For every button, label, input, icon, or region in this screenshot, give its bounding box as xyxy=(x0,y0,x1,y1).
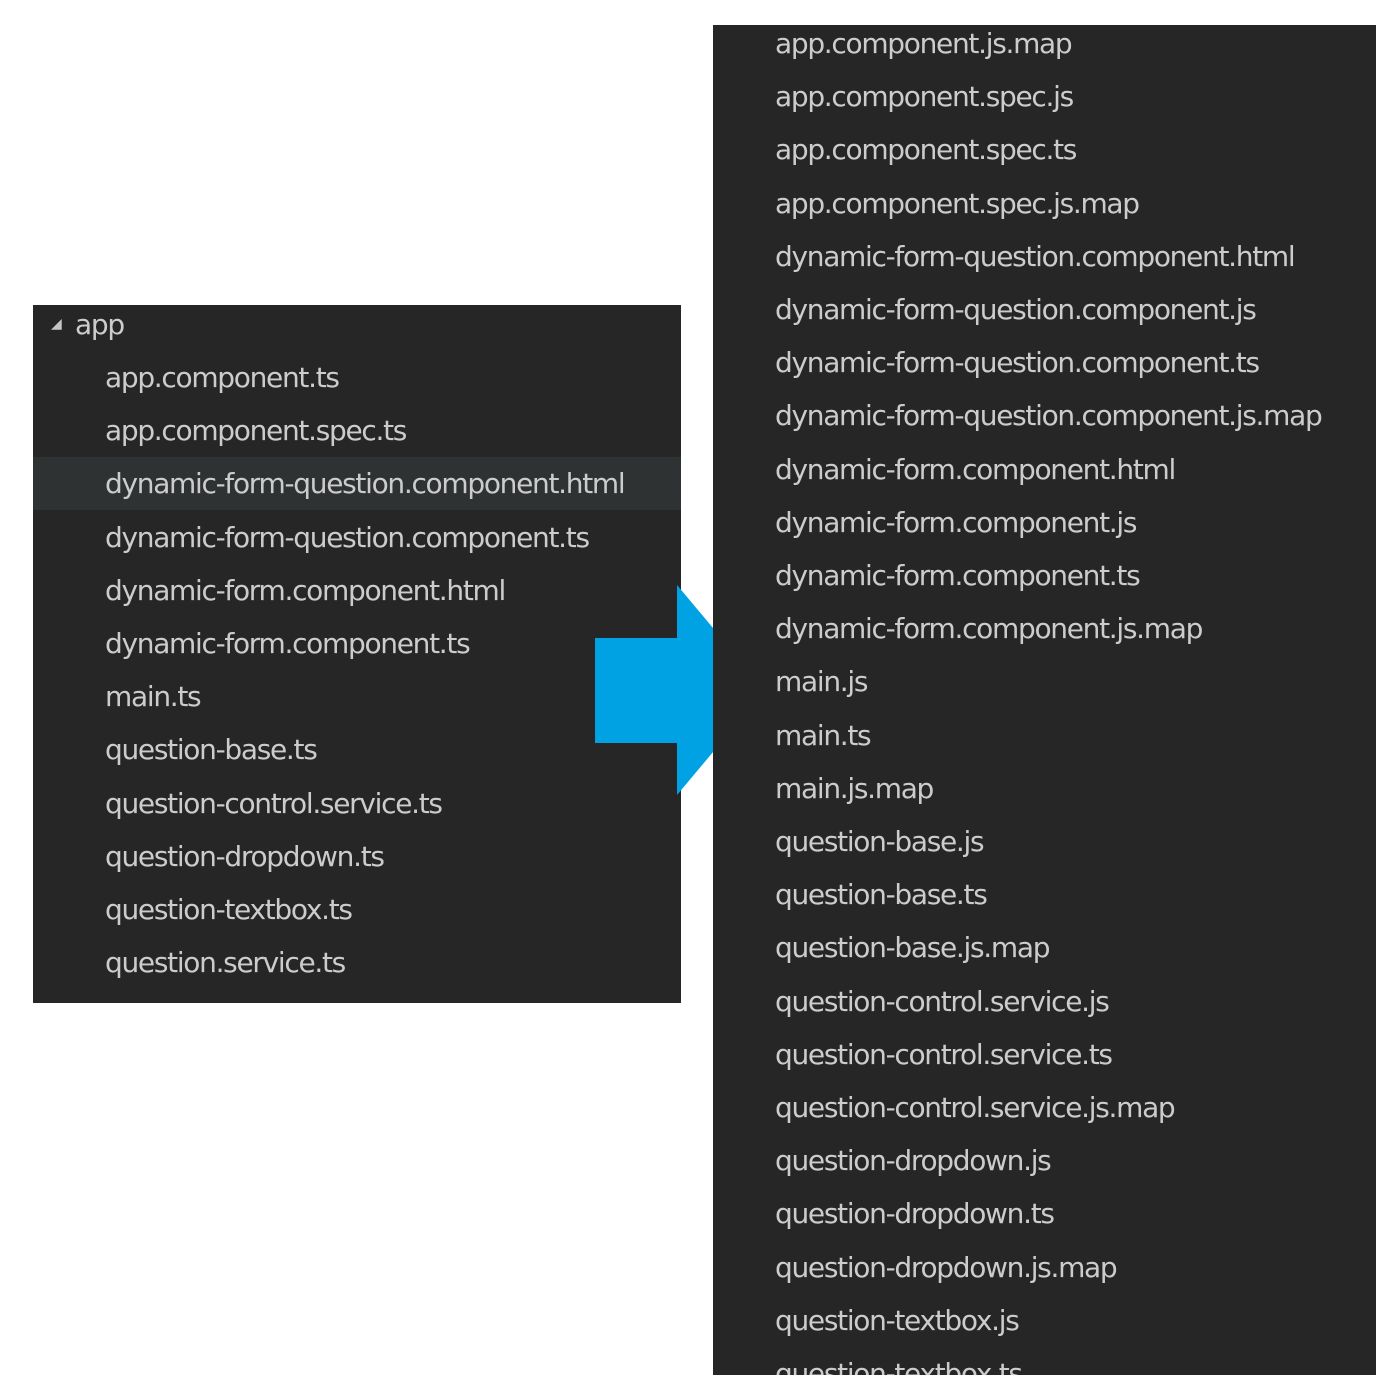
explorer-after-panel: app.component.js.map app.component.spec.j… xyxy=(713,25,1376,1375)
file-item-question-dropdown-js-map[interactable]: question-dropdown.js.map xyxy=(713,1241,1376,1294)
file-item-main-ts[interactable]: main.ts xyxy=(713,709,1376,762)
file-item-question-control-service-js-map[interactable]: question-control.service.js.map xyxy=(713,1081,1376,1134)
file-item-dynamic-form-question-component-ts[interactable]: dynamic-form-question.component.ts xyxy=(713,336,1376,389)
file-item-question-service-ts[interactable]: question.service.ts xyxy=(33,936,681,989)
file-item-question-control-service-js[interactable]: question-control.service.js xyxy=(713,975,1376,1028)
file-item-main-js-map[interactable]: main.js.map xyxy=(713,762,1376,815)
file-item-app-component-spec-ts[interactable]: app.component.spec.ts xyxy=(713,123,1376,176)
file-item-app-component-ts[interactable]: app.component.ts xyxy=(33,351,681,404)
file-item-dynamic-form-question-component-js-map[interactable]: dynamic-form-question.component.js.map xyxy=(713,389,1376,442)
triangle-expanded-icon[interactable]: ◢ xyxy=(51,305,62,351)
file-item-main-js[interactable]: main.js xyxy=(713,655,1376,708)
file-item-question-dropdown-ts[interactable]: question-dropdown.ts xyxy=(33,830,681,883)
partial-row-cut-off: .. xyxy=(73,995,103,1003)
file-item-dynamic-form-question-component-html[interactable]: dynamic-form-question.component.html xyxy=(713,230,1376,283)
file-item-question-dropdown-ts[interactable]: question-dropdown.ts xyxy=(713,1187,1376,1240)
explorer-before-panel: ◢ app app.component.ts app.component.spec… xyxy=(33,305,681,1003)
file-item-app-component-spec-ts[interactable]: app.component.spec.ts xyxy=(33,404,681,457)
file-item-app-component-spec-js[interactable]: app.component.spec.js xyxy=(713,70,1376,123)
file-item-dynamic-form-component-html[interactable]: dynamic-form.component.html xyxy=(713,443,1376,496)
file-item-dynamic-form-component-ts[interactable]: dynamic-form.component.ts xyxy=(33,617,681,670)
file-item-question-base-js[interactable]: question-base.js xyxy=(713,815,1376,868)
file-item-dynamic-form-component-js-map[interactable]: dynamic-form.component.js.map xyxy=(713,602,1376,655)
file-item-dynamic-form-component-ts[interactable]: dynamic-form.component.ts xyxy=(713,549,1376,602)
folder-label: app xyxy=(75,308,125,341)
file-item-dynamic-form-component-html[interactable]: dynamic-form.component.html xyxy=(33,564,681,617)
file-item-app-component-spec-js-map[interactable]: app.component.spec.js.map xyxy=(713,177,1376,230)
file-item-question-textbox-ts[interactable]: question-textbox.ts xyxy=(713,1347,1376,1375)
file-item-question-textbox-js[interactable]: question-textbox.js xyxy=(713,1294,1376,1347)
file-item-question-textbox-ts[interactable]: question-textbox.ts xyxy=(33,883,681,936)
file-item-question-control-service-ts[interactable]: question-control.service.ts xyxy=(33,777,681,830)
file-item-app-component-js-map[interactable]: app.component.js.map xyxy=(713,25,1376,70)
file-item-main-ts[interactable]: main.ts xyxy=(33,670,681,723)
file-item-dynamic-form-question-component-ts[interactable]: dynamic-form-question.component.ts xyxy=(33,511,681,564)
file-item-dynamic-form-question-component-html[interactable]: dynamic-form-question.component.html xyxy=(33,457,681,511)
file-item-question-control-service-ts[interactable]: question-control.service.ts xyxy=(713,1028,1376,1081)
file-item-question-base-js-map[interactable]: question-base.js.map xyxy=(713,921,1376,974)
folder-app[interactable]: ◢ app xyxy=(33,305,681,351)
file-item-dynamic-form-component-js[interactable]: dynamic-form.component.js xyxy=(713,496,1376,549)
file-item-question-base-ts[interactable]: question-base.ts xyxy=(33,723,681,776)
file-item-dynamic-form-question-component-js[interactable]: dynamic-form-question.component.js xyxy=(713,283,1376,336)
file-item-question-dropdown-js[interactable]: question-dropdown.js xyxy=(713,1134,1376,1187)
file-item-question-base-ts[interactable]: question-base.ts xyxy=(713,868,1376,921)
